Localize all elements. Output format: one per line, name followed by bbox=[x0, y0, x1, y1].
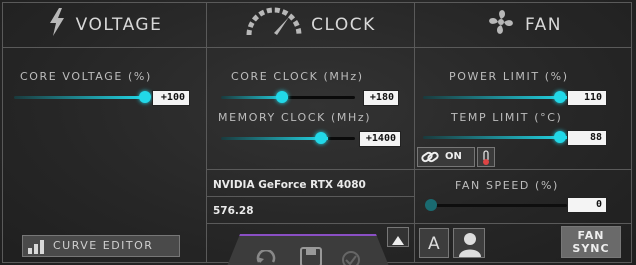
fan-title: FAN bbox=[524, 14, 563, 35]
fan-speed-label: FAN SPEED (%) bbox=[455, 179, 559, 192]
app-window: VOLTAGE CORE VOLTAGE (%) +100 CURVE EDIT… bbox=[0, 0, 636, 265]
clock-title: CLOCK bbox=[311, 14, 376, 35]
up-arrow-icon bbox=[391, 231, 405, 250]
link-limits-toggle[interactable]: ON bbox=[417, 147, 475, 167]
gpu-name: NVIDIA GeForce RTX 4080 bbox=[213, 179, 366, 191]
speedometer-icon bbox=[245, 7, 311, 42]
core-clock-slider-handle[interactable] bbox=[276, 91, 288, 103]
power-limit-value[interactable]: 110 bbox=[567, 90, 607, 106]
divider bbox=[415, 223, 632, 224]
fan-icon bbox=[485, 6, 525, 43]
thermometer-icon bbox=[481, 150, 491, 170]
fan-speed-slider-track[interactable] bbox=[427, 204, 567, 207]
expand-button[interactable] bbox=[387, 227, 409, 247]
fan-panel: FAN POWER LIMIT (%) 110 TEMP LIMIT (°C) … bbox=[415, 2, 632, 263]
fan-speed-slider-handle[interactable] bbox=[425, 199, 437, 211]
divider bbox=[415, 169, 632, 170]
curve-editor-button[interactable]: CURVE EDITOR bbox=[22, 235, 180, 257]
fan-sync-button[interactable]: FAN SYNC bbox=[561, 226, 621, 258]
link-toggle-state: ON bbox=[445, 151, 462, 162]
fan-speed-value[interactable]: 0 bbox=[567, 197, 607, 213]
fan-sync-line1: FAN bbox=[577, 229, 605, 242]
user-fan-curve-button[interactable] bbox=[453, 228, 485, 258]
voltage-panel: VOLTAGE CORE VOLTAGE (%) +100 CURVE EDIT… bbox=[2, 2, 207, 263]
memory-clock-slider-handle[interactable] bbox=[315, 132, 327, 144]
power-limit-label: POWER LIMIT (%) bbox=[449, 70, 569, 83]
apply-check-icon[interactable] bbox=[341, 250, 361, 265]
core-voltage-value[interactable]: +100 bbox=[152, 90, 190, 106]
auto-fan-button[interactable]: A bbox=[419, 228, 449, 258]
divider bbox=[207, 196, 414, 197]
temp-limit-value[interactable]: 88 bbox=[567, 130, 607, 146]
memory-clock-value[interactable]: +1400 bbox=[359, 131, 401, 147]
power-limit-slider-handle[interactable] bbox=[554, 91, 566, 103]
temp-limit-slider-handle[interactable] bbox=[554, 131, 566, 143]
voltage-header: VOLTAGE bbox=[2, 2, 206, 48]
reset-icon[interactable] bbox=[255, 248, 277, 265]
lightning-icon bbox=[46, 7, 76, 42]
core-clock-value[interactable]: +180 bbox=[363, 90, 399, 106]
driver-version: 576.28 bbox=[213, 205, 254, 217]
fan-sync-line2: SYNC bbox=[572, 242, 610, 255]
divider bbox=[207, 223, 414, 224]
fan-header: FAN bbox=[415, 2, 632, 48]
curve-editor-label: CURVE EDITOR bbox=[53, 239, 154, 252]
memory-clock-slider-track[interactable] bbox=[221, 137, 355, 140]
core-voltage-label: CORE VOLTAGE (%) bbox=[20, 70, 152, 83]
divider bbox=[207, 169, 414, 170]
clock-panel: CLOCK CORE CLOCK (MHz) +180 MEMORY CLOCK… bbox=[207, 2, 415, 265]
auto-label: A bbox=[428, 234, 440, 254]
core-clock-slider-track[interactable] bbox=[221, 96, 355, 99]
core-voltage-slider-track[interactable] bbox=[14, 96, 146, 99]
link-icon bbox=[421, 149, 439, 169]
temp-limit-label: TEMP LIMIT (°C) bbox=[451, 111, 563, 124]
voltage-title: VOLTAGE bbox=[75, 14, 163, 35]
bar-chart-icon bbox=[27, 239, 47, 258]
core-clock-label: CORE CLOCK (MHz) bbox=[231, 70, 364, 83]
temperature-priority-button[interactable] bbox=[477, 147, 495, 167]
save-icon[interactable] bbox=[299, 246, 323, 265]
power-limit-slider-track[interactable] bbox=[423, 96, 569, 99]
user-profile-icon bbox=[458, 231, 482, 261]
core-voltage-slider-handle[interactable] bbox=[139, 91, 151, 103]
clock-header: CLOCK bbox=[207, 2, 414, 48]
memory-clock-label: MEMORY CLOCK (MHz) bbox=[218, 111, 372, 124]
temp-limit-slider-track[interactable] bbox=[423, 136, 569, 139]
